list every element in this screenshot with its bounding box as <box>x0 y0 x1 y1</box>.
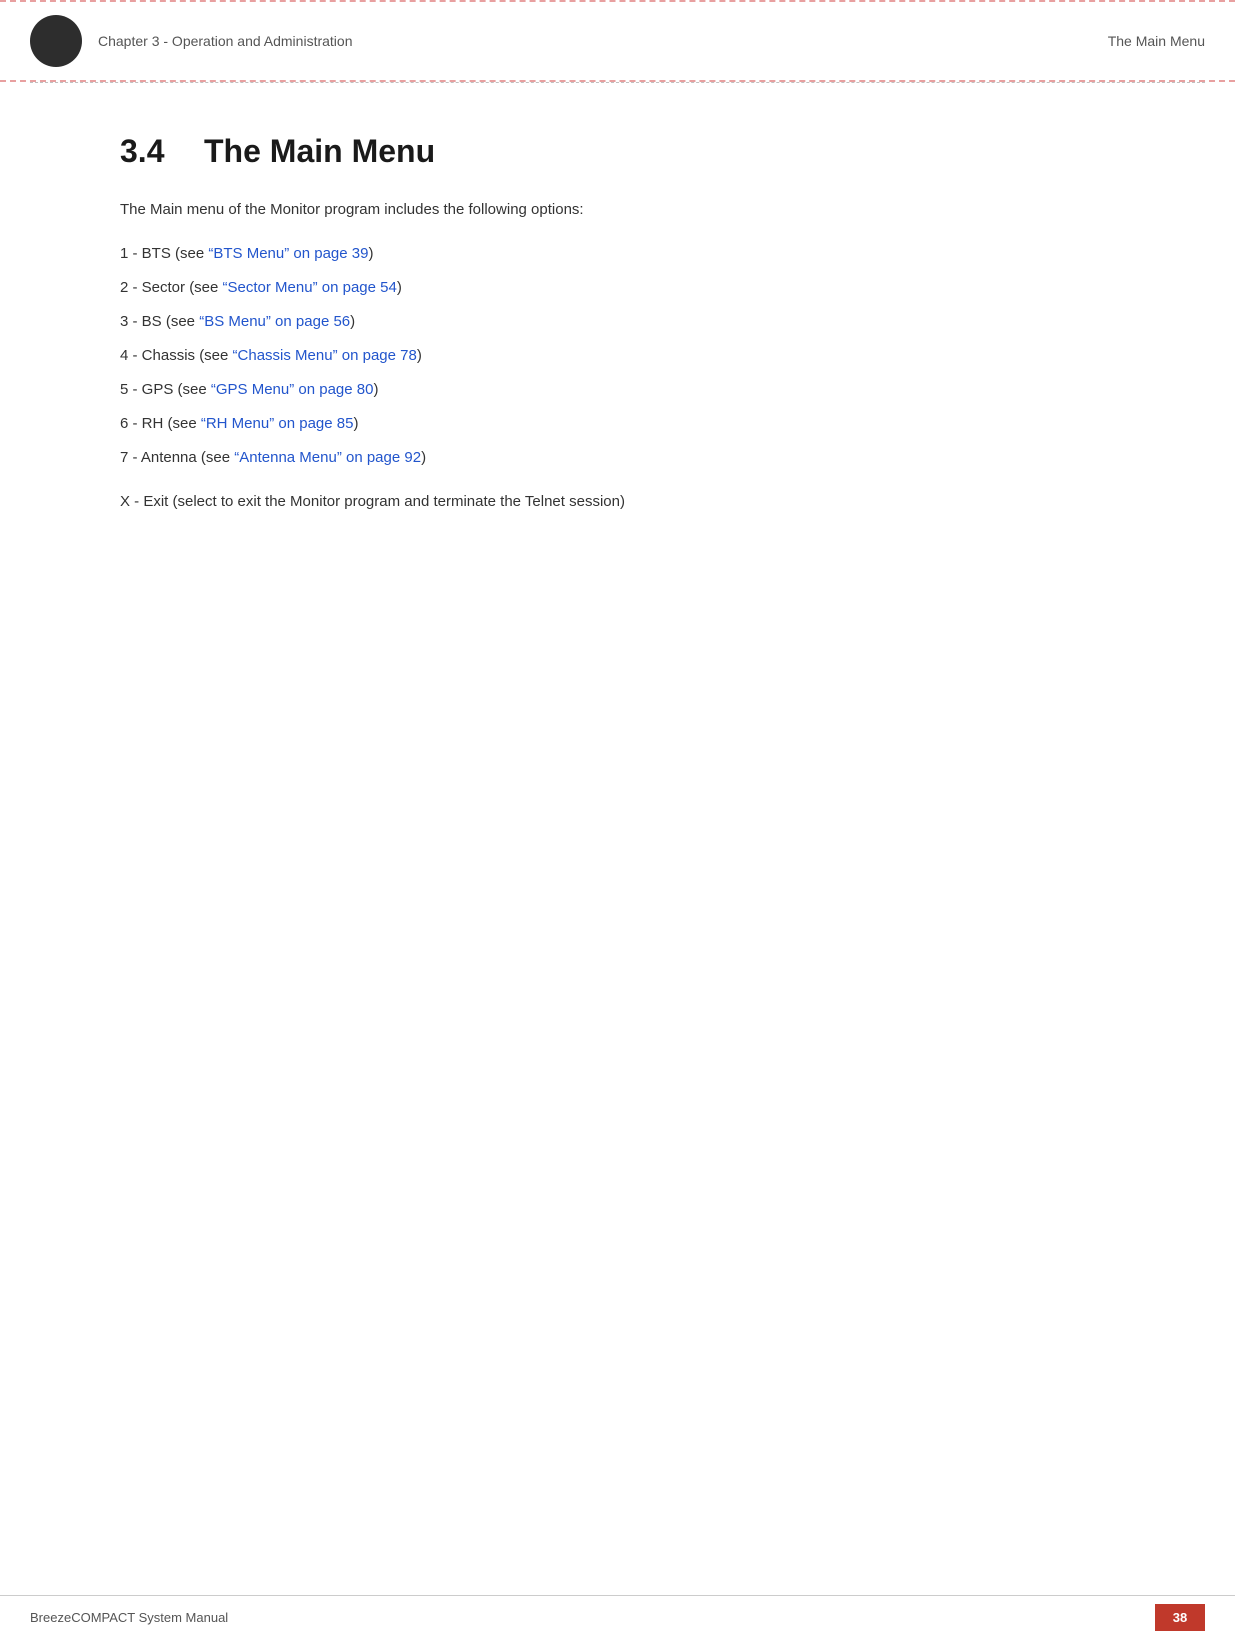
exit-item: X - Exit (select to exit the Monitor pro… <box>120 490 1115 514</box>
page-footer: BreezeCOMPACT System Manual 38 <box>0 1595 1235 1639</box>
list-item: 2 - Sector (see “Sector Menu” on page 54… <box>120 276 1115 300</box>
gps-menu-link[interactable]: “GPS Menu” on page 80 <box>211 381 374 398</box>
list-item: 3 - BS (see “BS Menu” on page 56) <box>120 310 1115 334</box>
header-left: Chapter 3 - Operation and Administration <box>30 15 352 67</box>
antenna-menu-link[interactable]: “Antenna Menu” on page 92 <box>234 449 421 466</box>
bs-menu-link[interactable]: “BS Menu” on page 56 <box>199 313 350 330</box>
item-1-prefix: 1 - BTS (see <box>120 245 208 262</box>
item-5-prefix: 5 - GPS (see <box>120 381 211 398</box>
section-number: 3.4 <box>120 133 180 170</box>
item-6-prefix: 6 - RH (see <box>120 415 201 432</box>
list-item: 4 - Chassis (see “Chassis Menu” on page … <box>120 344 1115 368</box>
page-header: Chapter 3 - Operation and Administration… <box>0 0 1235 82</box>
rh-menu-link[interactable]: “RH Menu” on page 85 <box>201 415 354 432</box>
list-item: 6 - RH (see “RH Menu” on page 85) <box>120 412 1115 436</box>
list-item: 1 - BTS (see “BTS Menu” on page 39) <box>120 242 1115 266</box>
chapter-label: Chapter 3 - Operation and Administration <box>98 33 352 49</box>
item-5-suffix: ) <box>373 381 378 398</box>
bts-menu-link[interactable]: “BTS Menu” on page 39 <box>208 245 368 262</box>
chassis-menu-link[interactable]: “Chassis Menu” on page 78 <box>233 347 417 364</box>
item-2-suffix: ) <box>397 279 402 296</box>
menu-items-list: 1 - BTS (see “BTS Menu” on page 39) 2 - … <box>120 242 1115 470</box>
item-3-prefix: 3 - BS (see <box>120 313 199 330</box>
chapter-circle-icon <box>30 15 82 67</box>
item-7-prefix: 7 - Antenna (see <box>120 449 234 466</box>
item-4-prefix: 4 - Chassis (see <box>120 347 233 364</box>
page-number: 38 <box>1155 1604 1205 1631</box>
item-6-suffix: ) <box>353 415 358 432</box>
header-section-label: The Main Menu <box>1108 33 1205 49</box>
section-title: The Main Menu <box>204 133 435 170</box>
list-item: 5 - GPS (see “GPS Menu” on page 80) <box>120 378 1115 402</box>
item-4-suffix: ) <box>417 347 422 364</box>
item-7-suffix: ) <box>421 449 426 466</box>
item-2-prefix: 2 - Sector (see <box>120 279 223 296</box>
footer-brand: BreezeCOMPACT System Manual <box>30 1610 228 1625</box>
item-1-suffix: ) <box>368 245 373 262</box>
item-3-suffix: ) <box>350 313 355 330</box>
section-heading: 3.4 The Main Menu <box>120 133 1115 170</box>
list-item: 7 - Antenna (see “Antenna Menu” on page … <box>120 446 1115 470</box>
intro-paragraph: The Main menu of the Monitor program inc… <box>120 198 1115 222</box>
main-content: 3.4 The Main Menu The Main menu of the M… <box>0 83 1235 574</box>
sector-menu-link[interactable]: “Sector Menu” on page 54 <box>223 279 397 296</box>
